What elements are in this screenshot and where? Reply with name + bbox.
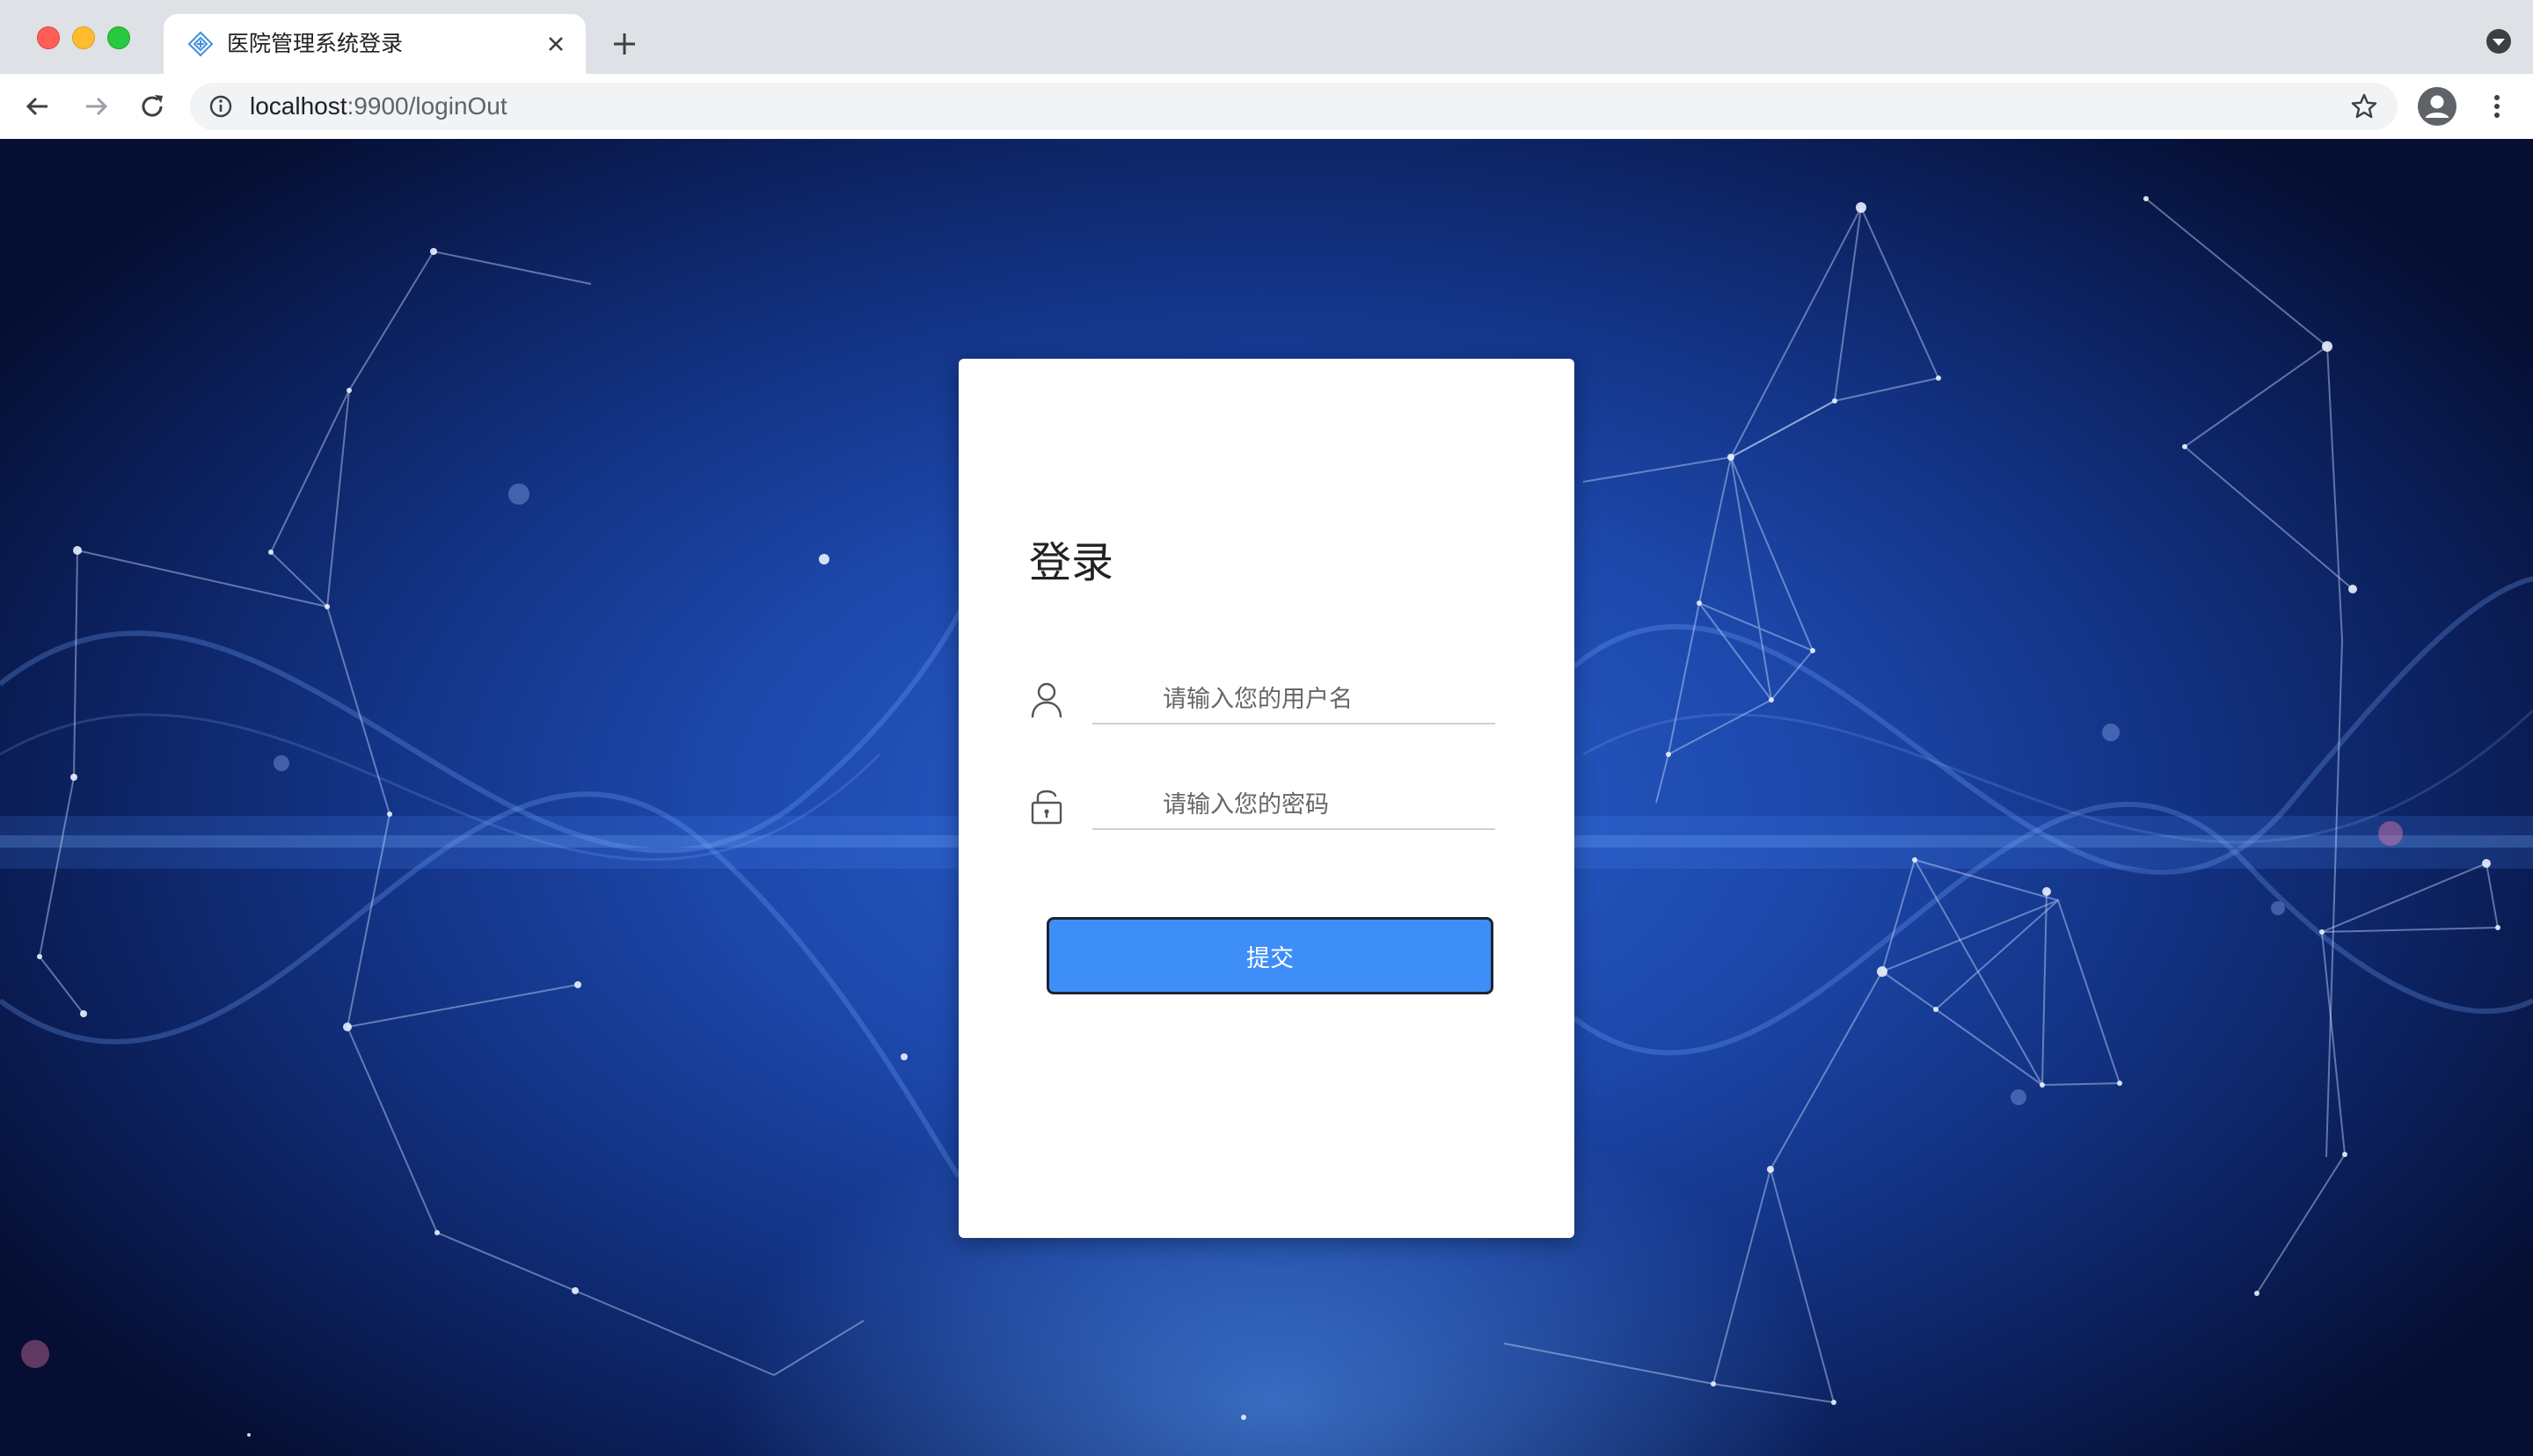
close-tab-icon[interactable] bbox=[542, 30, 570, 58]
more-menu-icon[interactable] bbox=[2480, 90, 2514, 123]
login-card: 登录 提交 bbox=[959, 359, 1574, 1238]
password-field bbox=[1029, 781, 1504, 834]
address-bar[interactable]: localhost:9900/loginOut bbox=[190, 83, 2398, 130]
minimize-window-button[interactable] bbox=[72, 26, 95, 49]
user-icon bbox=[1031, 682, 1062, 718]
password-input[interactable] bbox=[1092, 781, 1495, 830]
url-text: localhost:9900/loginOut bbox=[250, 83, 507, 130]
new-tab-icon[interactable] bbox=[607, 26, 642, 62]
browser-toolbar: localhost:9900/loginOut bbox=[0, 74, 2533, 140]
bookmark-star-icon[interactable] bbox=[2350, 92, 2378, 120]
url-path: :9900/loginOut bbox=[347, 92, 507, 120]
login-page-background: 登录 提交 bbox=[0, 139, 2533, 1456]
username-field bbox=[1029, 675, 1504, 728]
url-host: localhost bbox=[250, 92, 347, 120]
browser-tab[interactable]: 医院管理系统登录 bbox=[164, 14, 586, 74]
tab-title: 医院管理系统登录 bbox=[227, 32, 404, 56]
browser-tabbar: 医院管理系统登录 bbox=[0, 0, 2533, 74]
tab-search-icon[interactable] bbox=[2484, 26, 2514, 56]
favicon-icon bbox=[187, 31, 214, 57]
profile-avatar-icon[interactable] bbox=[2417, 86, 2457, 127]
username-input[interactable] bbox=[1092, 675, 1495, 724]
login-title: 登录 bbox=[1029, 540, 1114, 586]
back-arrow-icon[interactable] bbox=[19, 88, 56, 125]
forward-arrow-icon[interactable] bbox=[77, 88, 114, 125]
close-window-button[interactable] bbox=[37, 26, 60, 49]
reload-icon[interactable] bbox=[134, 88, 171, 125]
site-info-icon[interactable] bbox=[208, 93, 234, 120]
lock-icon bbox=[1031, 790, 1062, 825]
maximize-window-button[interactable] bbox=[107, 26, 130, 49]
submit-button[interactable]: 提交 bbox=[1047, 917, 1493, 994]
